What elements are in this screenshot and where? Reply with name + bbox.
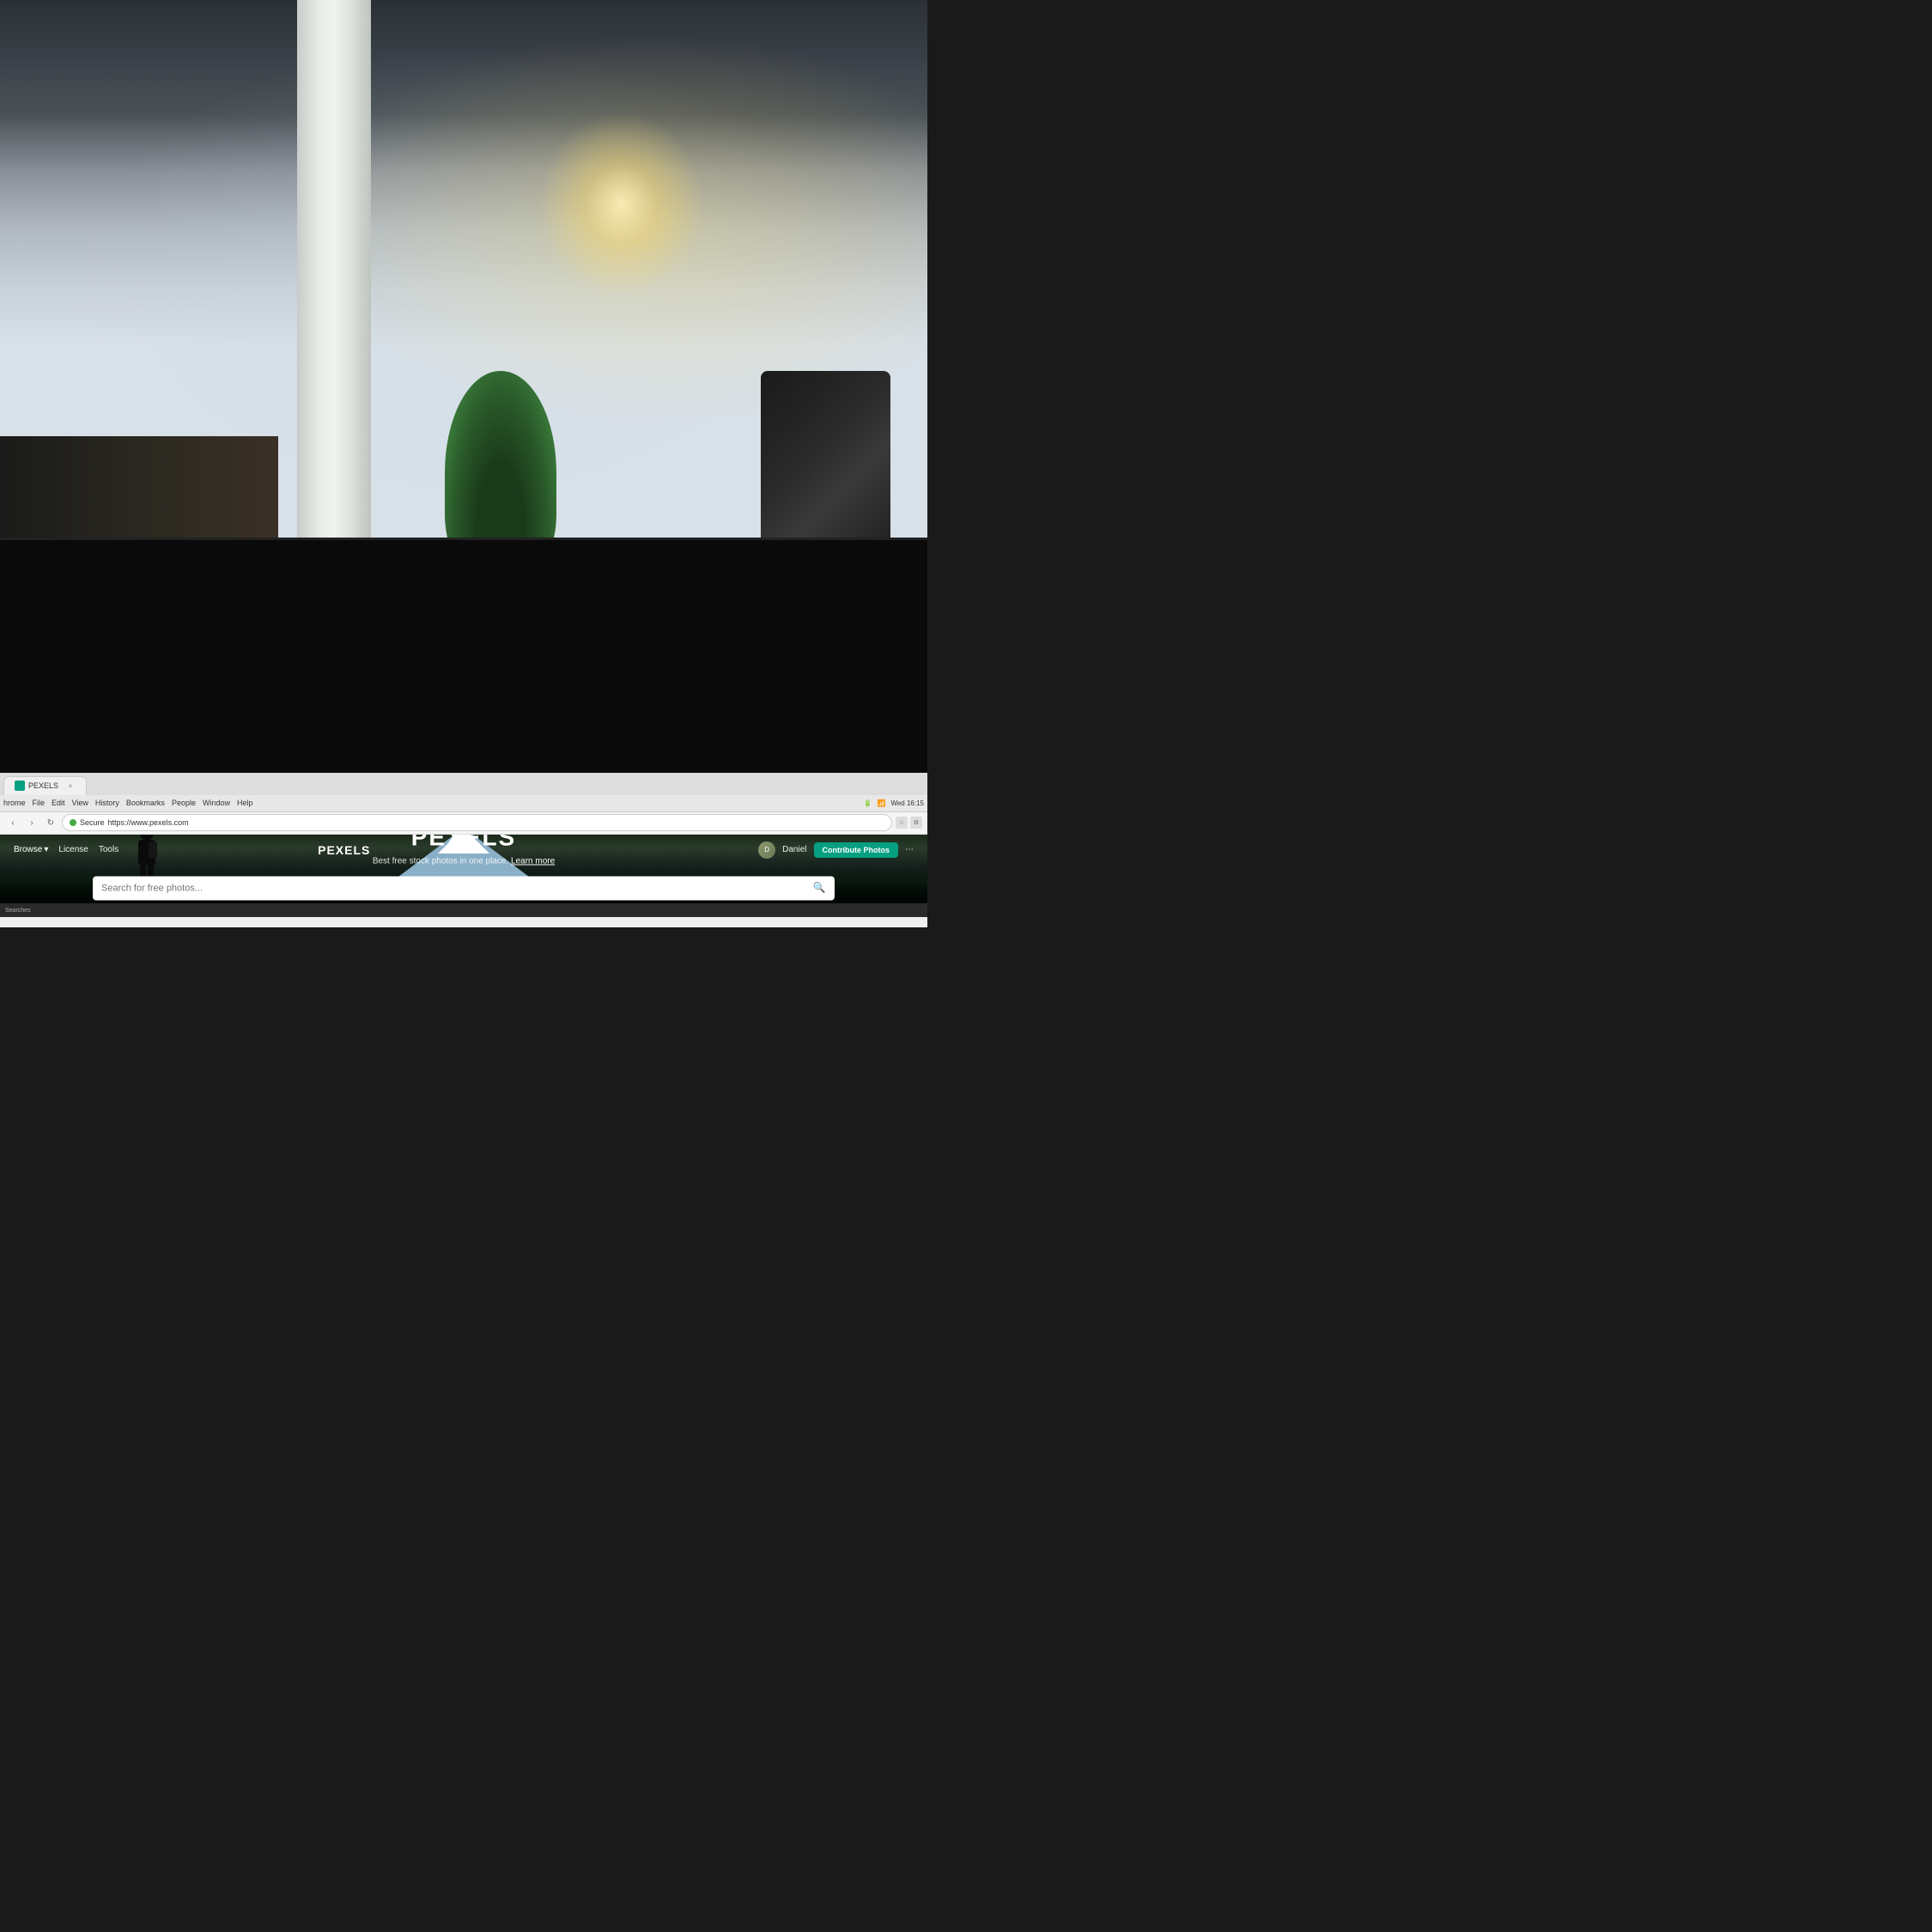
browser-menubar: hrome File Edit View History Bookmarks P… — [0, 795, 927, 812]
menu-help[interactable]: Help — [237, 799, 253, 807]
forward-button[interactable]: › — [24, 815, 39, 830]
menu-window[interactable]: Window — [203, 799, 230, 807]
back-button[interactable]: ‹ — [5, 815, 21, 830]
menubar-right-icons: 🔋 📶 Wed 16:15 — [864, 799, 924, 807]
pexels-hero: PEXELS Best free stock photos in one pla… — [93, 835, 835, 903]
learn-more-link[interactable]: Learn more — [511, 856, 555, 866]
browse-label: Browse — [14, 845, 42, 854]
browser-statusbar: Searches — [0, 903, 927, 917]
secure-label: Secure — [80, 818, 105, 827]
wifi-icon: 📶 — [877, 799, 885, 807]
more-options-icon[interactable]: ⋯ — [905, 845, 914, 854]
browse-chevron-icon: ▾ — [44, 845, 48, 854]
hero-title: PEXELS — [93, 835, 835, 852]
secure-icon — [70, 819, 76, 826]
menu-bookmarks[interactable]: Bookmarks — [126, 799, 165, 807]
clock: Wed 16:15 — [890, 799, 924, 807]
menu-people[interactable]: People — [172, 799, 196, 807]
office-pillar — [297, 0, 371, 575]
menu-edit[interactable]: Edit — [52, 799, 65, 807]
extensions-icon[interactable]: ⚙ — [910, 817, 922, 829]
address-field[interactable]: Secure https://www.pexels.com — [62, 814, 892, 831]
nav-license[interactable]: License — [58, 845, 88, 854]
monitor-bezel: PEXELS × hrome File Edit View History Bo… — [0, 538, 927, 927]
subtitle-text: Best free stock photos in one place. — [373, 856, 508, 866]
pexels-website: Browse ▾ License Tools PEXELS D Daniel C… — [0, 835, 927, 903]
menu-history[interactable]: History — [95, 799, 119, 807]
tab-title: PEXELS — [28, 781, 58, 790]
nav-browse[interactable]: Browse ▾ — [14, 845, 48, 854]
address-bar-actions: ☆ ⚙ — [896, 817, 922, 829]
refresh-button[interactable]: ↻ — [43, 815, 58, 830]
hero-subtitle: Best free stock photos in one place. Lea… — [93, 856, 835, 866]
menu-chrome[interactable]: hrome — [3, 799, 26, 807]
menu-file[interactable]: File — [33, 799, 46, 807]
search-input[interactable] — [101, 883, 805, 893]
tab-favicon — [15, 781, 25, 791]
browser-window: PEXELS × hrome File Edit View History Bo… — [0, 773, 927, 927]
searches-label: Searches — [5, 908, 31, 914]
search-bar[interactable]: 🔍 — [93, 876, 835, 900]
window-glare — [538, 112, 704, 297]
address-bar-row: ‹ › ↻ Secure https://www.pexels.com ☆ ⚙ — [0, 812, 927, 835]
browser-tab-bar: PEXELS × — [0, 773, 927, 795]
tab-close-button[interactable]: × — [65, 781, 76, 791]
browser-tab[interactable]: PEXELS × — [3, 776, 87, 795]
battery-icon: 🔋 — [864, 799, 872, 807]
bookmark-icon[interactable]: ☆ — [896, 817, 908, 829]
url-text: https://www.pexels.com — [108, 818, 189, 827]
search-icon: 🔍 — [812, 881, 826, 895]
menu-view[interactable]: View — [72, 799, 88, 807]
